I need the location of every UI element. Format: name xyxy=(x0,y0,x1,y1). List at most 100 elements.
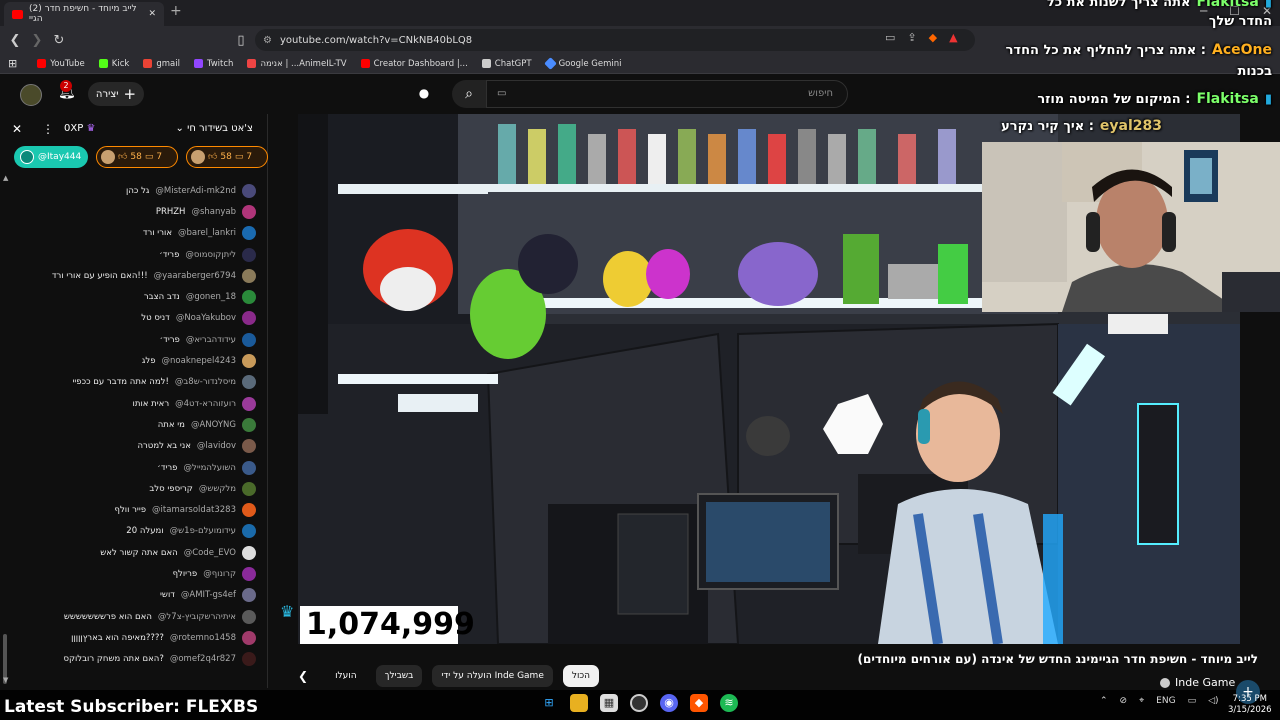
chat-author-name[interactable]: @AMIT-gs4ef xyxy=(181,590,236,600)
chat-author-name[interactable]: @rotemno1458 xyxy=(170,633,236,643)
avatar[interactable] xyxy=(242,396,256,411)
scroll-down-icon[interactable]: ▼ xyxy=(3,676,8,684)
avatar[interactable] xyxy=(242,588,256,603)
create-button[interactable]: יצירה + xyxy=(88,82,144,106)
rewards-icon[interactable]: ▲ xyxy=(949,31,957,44)
cast-icon[interactable]: ▭ xyxy=(885,31,895,44)
chat-author-name[interactable]: @MisterAdi-mk2nd xyxy=(155,186,236,196)
avatar[interactable] xyxy=(242,524,256,539)
bookmark-kick[interactable]: Kick xyxy=(98,59,129,69)
avatar[interactable] xyxy=(242,268,256,283)
bookmark-twitch[interactable]: Twitch xyxy=(193,59,233,69)
avatar[interactable] xyxy=(242,503,256,518)
pinned-highlight-chip[interactable]: 👍︎ 58 ▭ 7 xyxy=(96,146,178,168)
file-explorer-icon[interactable] xyxy=(570,694,588,712)
spotify-icon[interactable]: ≋ xyxy=(720,694,738,712)
avatar[interactable] xyxy=(242,460,256,475)
avatar[interactable] xyxy=(242,375,256,390)
browser-tab[interactable]: (2) לייב מיוחד - חשיפת חדר הגיי ✕ xyxy=(4,2,164,26)
avatar[interactable] xyxy=(242,652,256,667)
avatar[interactable] xyxy=(242,247,256,262)
chat-author-name[interactable]: @itamarsoldat3283 xyxy=(152,505,236,515)
close-chat-icon[interactable]: ✕ xyxy=(12,122,22,136)
volume-icon[interactable]: ◁) xyxy=(1208,696,1218,706)
scroll-up-icon[interactable]: ▲ xyxy=(3,174,8,182)
bookmark-anime[interactable]: אנימה | ...AnimeIL-TV xyxy=(247,59,347,69)
account-avatar[interactable] xyxy=(20,84,42,106)
avatar[interactable] xyxy=(242,566,256,581)
address-bar[interactable]: ⚙ youtube.com/watch?v=CNkNB40bLQ8 xyxy=(255,29,975,51)
chat-author-name[interactable]: @gonen_18 xyxy=(186,292,236,302)
channel-name[interactable]: Inde Game xyxy=(1160,676,1235,689)
chat-author-name[interactable]: @השועלהמייל xyxy=(183,463,236,473)
chat-author-name[interactable]: @omef2q4r827 xyxy=(170,654,236,664)
avatar[interactable] xyxy=(242,204,256,219)
chat-author-name[interactable]: @yaaraberger6794 xyxy=(154,271,236,281)
avatar[interactable] xyxy=(242,311,256,326)
windows-start-icon[interactable]: ⊞ xyxy=(540,694,558,712)
chat-author-name[interactable]: @מלקשש xyxy=(199,484,236,494)
bookmark-youtube[interactable]: YouTube xyxy=(37,59,85,69)
chat-author-name[interactable]: @shanyab xyxy=(191,207,236,217)
chat-author-name[interactable]: @קרונוף xyxy=(203,569,236,579)
chip-uploads[interactable]: הועלו xyxy=(326,665,366,687)
forward-icon[interactable]: ❯ xyxy=(26,33,48,48)
site-info-icon[interactable]: ⚙ xyxy=(263,35,272,46)
apps-grid-icon[interactable]: ⊞ xyxy=(8,57,17,70)
avatar[interactable] xyxy=(242,290,256,305)
chip-by-channel[interactable]: הועלה על ידי Inde Game xyxy=(432,665,553,687)
pinned-user-chip[interactable]: @Itay444 xyxy=(14,146,88,168)
tab-close-icon[interactable]: ✕ xyxy=(148,9,156,19)
language-indicator[interactable]: ENG xyxy=(1156,696,1175,706)
chat-author-name[interactable]: @noaknepel4243 xyxy=(162,356,236,366)
mic-muted-icon[interactable]: ⊘ xyxy=(1120,696,1128,706)
chat-author-name[interactable]: @איתיהרשקוביץ-צ7ל xyxy=(158,612,236,622)
bookmark-page-icon[interactable]: ▯ xyxy=(230,33,252,48)
chevron-left-icon[interactable]: ❮ xyxy=(290,669,316,683)
keyboard-icon[interactable]: ▭ xyxy=(497,81,506,107)
new-tab-button[interactable]: + xyxy=(170,3,182,19)
brave-icon[interactable]: ◆ xyxy=(690,694,708,712)
tray-expand-icon[interactable]: ⌃ xyxy=(1100,696,1108,706)
search-input[interactable]: חיפוש ▭ xyxy=(486,80,848,108)
chat-author-name[interactable]: @Code_EVO xyxy=(184,548,236,558)
bookmark-gemini[interactable]: Google Gemini xyxy=(543,57,621,70)
chat-author-name[interactable]: @מיסלנדור-ש8ב xyxy=(175,377,236,387)
store-icon[interactable]: ▦ xyxy=(600,694,618,712)
search-button[interactable]: ⌕ xyxy=(452,80,486,108)
avatar[interactable] xyxy=(242,609,256,624)
reload-icon[interactable]: ↻ xyxy=(48,33,70,48)
chat-author-name[interactable]: @ANOYNG xyxy=(191,420,236,430)
chat-author-name[interactable]: @NoaYakubov xyxy=(176,313,236,323)
share-icon[interactable]: ⇪ xyxy=(907,31,916,44)
bookmark-gmail[interactable]: gmail xyxy=(143,59,180,69)
chat-author-name[interactable]: @ליתןקוסמוס xyxy=(185,250,236,260)
chat-author-name[interactable]: @lavidov xyxy=(197,441,236,451)
chip-all[interactable]: הכול xyxy=(562,665,600,687)
chat-menu-icon[interactable]: ⋮ xyxy=(42,122,54,136)
voice-search-mic-icon[interactable]: ● xyxy=(413,82,435,104)
brave-shields-icon[interactable]: ◆ xyxy=(929,31,937,44)
chat-mode-dropdown[interactable]: ⌄ צ'אט בשידור חי xyxy=(176,123,254,134)
avatar[interactable] xyxy=(242,183,256,198)
chat-author-name[interactable]: @עידודהבריא xyxy=(186,335,236,345)
pinned-highlight-chip[interactable]: 👍︎ 58 ▭ 7 xyxy=(186,146,268,168)
chat-author-name[interactable]: @עידומועלם-פ1ש xyxy=(170,526,236,536)
avatar[interactable] xyxy=(242,354,256,369)
network-icon[interactable]: ▭ xyxy=(1188,696,1197,706)
avatar[interactable] xyxy=(242,545,256,560)
avatar[interactable] xyxy=(242,439,256,454)
bookmark-creator-dashboard[interactable]: Creator Dashboard |... xyxy=(360,59,468,69)
bookmark-chatgpt[interactable]: ChatGPT xyxy=(481,59,532,69)
location-icon[interactable]: ⌖ xyxy=(1139,696,1144,706)
back-icon[interactable]: ❮ xyxy=(4,33,26,48)
chip-for-you[interactable]: בשבילך xyxy=(375,665,423,687)
taskbar-clock[interactable]: 7:35 PM 3/15/2026 xyxy=(1228,694,1272,716)
avatar[interactable] xyxy=(242,332,256,347)
discord-icon[interactable]: ◉ xyxy=(660,694,678,712)
avatar[interactable] xyxy=(242,417,256,432)
chat-author-name[interactable]: @barel_lankri xyxy=(178,228,236,238)
avatar[interactable] xyxy=(242,630,256,645)
obs-icon[interactable] xyxy=(630,694,648,712)
avatar[interactable] xyxy=(242,226,256,241)
